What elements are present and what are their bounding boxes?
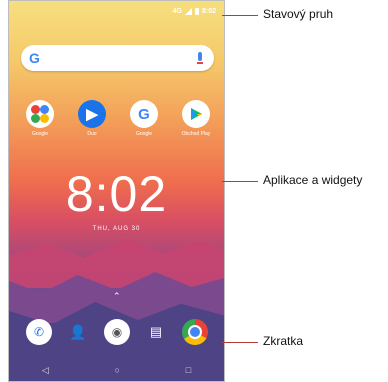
app-duo[interactable]: ▶ Duo xyxy=(77,100,107,137)
app-label: Obchod Play xyxy=(181,131,211,137)
signal-icon xyxy=(184,8,192,15)
app-label: Google xyxy=(31,131,49,137)
date-label: THU, AUG 30 xyxy=(92,226,141,232)
home-icon[interactable]: ○ xyxy=(115,365,120,375)
play-store-icon xyxy=(182,100,210,128)
duo-icon: ▶ xyxy=(78,100,106,128)
network-label: 4G xyxy=(172,8,182,15)
messages-icon[interactable]: ▤ xyxy=(143,319,169,345)
recents-icon[interactable]: □ xyxy=(186,365,191,375)
app-label: Duo xyxy=(87,131,97,137)
wallpaper-layer xyxy=(9,238,224,288)
callout-line xyxy=(222,15,258,16)
clock-widget[interactable]: 8:02 xyxy=(9,165,224,223)
callout-line xyxy=(222,181,258,182)
google-logo: G xyxy=(29,50,40,66)
contacts-icon[interactable]: 👤 xyxy=(65,319,91,345)
callout-apps-widgets: Aplikace a widgety xyxy=(263,173,363,187)
chrome-icon[interactable] xyxy=(182,319,208,345)
callout-status-bar: Stavový pruh xyxy=(263,7,334,21)
folder-icon xyxy=(26,100,54,128)
chevron-up-icon[interactable]: ⌃ xyxy=(113,291,121,302)
google-search-bar[interactable]: G xyxy=(21,45,214,71)
status-time: 8:02 xyxy=(201,8,216,15)
phone-icon[interactable]: ✆ xyxy=(26,319,52,345)
status-bar: 4G 8:02 xyxy=(173,8,216,15)
mic-icon[interactable] xyxy=(197,52,203,64)
phone-screen: 4G 8:02 G Google ▶ Duo G Google Obchod P… xyxy=(8,0,225,382)
battery-icon xyxy=(194,8,199,15)
callout-shortcut: Zkratka xyxy=(263,334,304,348)
navigation-bar: ◁ ○ □ xyxy=(9,359,224,381)
app-row: Google ▶ Duo G Google Obchod Play xyxy=(25,100,211,137)
app-play-store[interactable]: Obchod Play xyxy=(181,100,211,137)
back-icon[interactable]: ◁ xyxy=(42,365,49,376)
app-label: Google xyxy=(135,131,153,137)
camera-icon[interactable]: ◉ xyxy=(104,319,130,345)
app-google[interactable]: G Google xyxy=(129,100,159,137)
callout-line xyxy=(222,342,258,343)
google-icon: G xyxy=(130,100,158,128)
app-google-folder[interactable]: Google xyxy=(25,100,55,137)
dock: ✆ 👤 ◉ ▤ xyxy=(26,319,208,345)
